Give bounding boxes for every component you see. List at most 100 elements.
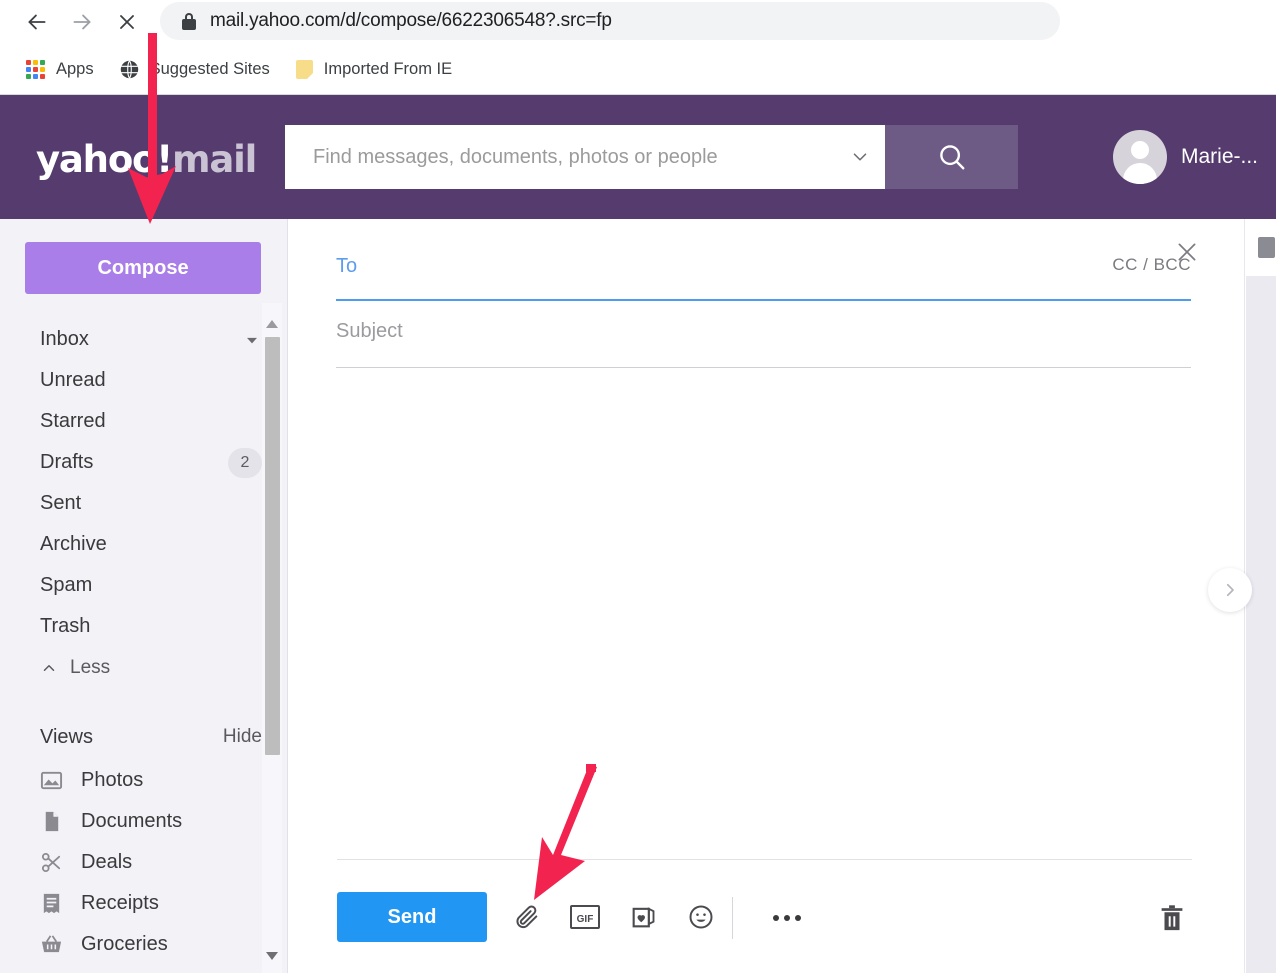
cc-bcc-button[interactable]: CC / BCC — [1112, 255, 1191, 275]
more-options-button[interactable] — [767, 901, 807, 935]
search-button[interactable] — [885, 125, 1018, 189]
search-input[interactable]: Find messages, documents, photos or peop… — [285, 125, 885, 189]
sidebar-item-spam[interactable]: Spam — [0, 565, 288, 606]
bookmark-suggested-sites-label: Suggested Sites — [149, 59, 270, 78]
sidebar-item-drafts[interactable]: Drafts 2 — [0, 442, 288, 483]
sidebar-item-label: Archive — [40, 533, 107, 555]
greeting-card-icon — [632, 907, 655, 928]
sidebar-item-photos[interactable]: Photos — [0, 760, 288, 801]
compose-pane: To CC / BCC Subject Send GIF — [289, 219, 1245, 973]
insert-emoji-button[interactable] — [685, 901, 717, 933]
apps-grid-icon — [26, 59, 45, 79]
sidebar: Compose Inbox Unread Starred Drafts 2 Se… — [0, 219, 288, 973]
expand-panel-button[interactable] — [1208, 568, 1252, 612]
views-list: Photos Documents Deals Receipts Grocerie… — [0, 760, 288, 965]
toolbar-divider — [732, 897, 733, 939]
address-bar[interactable]: mail.yahoo.com/d/compose/6622306548?.src… — [160, 2, 1060, 40]
sidebar-item-receipts[interactable]: Receipts — [0, 883, 288, 924]
chevron-down-icon[interactable] — [835, 125, 885, 189]
chevron-down-icon[interactable] — [242, 330, 262, 350]
sidebar-less-toggle[interactable]: Less — [0, 647, 288, 688]
stop-loading-icon[interactable] — [110, 5, 144, 39]
compose-footer: Send GIF — [289, 861, 1245, 973]
browser-chrome: mail.yahoo.com/d/compose/6622306548?.src… — [0, 0, 1276, 95]
attach-file-button[interactable] — [511, 901, 543, 933]
sidebar-item-label: Starred — [40, 410, 106, 432]
sidebar-item-label: Spam — [40, 574, 93, 596]
delete-draft-button[interactable] — [1154, 899, 1190, 937]
sidebar-item-label: Documents — [81, 810, 183, 832]
chevron-right-icon — [1226, 583, 1234, 597]
paperclip-icon — [516, 905, 538, 929]
sidebar-item-label: Receipts — [81, 892, 159, 914]
bookmark-suggested-sites[interactable]: Suggested Sites — [110, 54, 280, 84]
folder-list: Inbox Unread Starred Drafts 2 Sent Archi… — [0, 319, 288, 688]
bookmark-imported-from-ie[interactable]: Imported From IE — [286, 54, 462, 84]
bookmarks-bar: Apps Suggested Sites Imported From IE — [0, 46, 1276, 92]
to-label: To — [336, 255, 358, 277]
forward-icon[interactable] — [65, 5, 99, 39]
yahoo-mail-logo[interactable]: yahoo!mail — [36, 138, 257, 181]
app-panel-icon[interactable] — [1257, 237, 1275, 258]
sidebar-item-starred[interactable]: Starred — [0, 401, 288, 442]
gif-icon: GIF — [570, 905, 600, 929]
logo-exclamation: ! — [156, 138, 173, 181]
search-bar: Find messages, documents, photos or peop… — [285, 125, 1018, 189]
sidebar-item-groceries[interactable]: Groceries — [0, 924, 288, 965]
sidebar-item-label: Deals — [81, 851, 133, 873]
views-title: Views — [40, 725, 93, 748]
browser-nav-row: mail.yahoo.com/d/compose/6622306548?.src… — [0, 0, 1276, 44]
receipt-icon — [43, 893, 60, 914]
sidebar-item-inbox[interactable]: Inbox — [0, 319, 288, 360]
scroll-up-arrow-icon[interactable] — [262, 315, 282, 333]
sidebar-item-label: Photos — [81, 769, 144, 791]
sidebar-item-sent[interactable]: Sent — [0, 483, 288, 524]
greeting-card-button[interactable] — [627, 901, 659, 933]
lock-icon — [182, 12, 196, 30]
scroll-down-arrow-icon[interactable] — [262, 947, 282, 965]
smiley-icon — [689, 905, 713, 929]
bookmark-apps[interactable]: Apps — [16, 54, 104, 84]
views-section-header: Views Hide — [0, 714, 288, 760]
more-horizontal-icon — [773, 915, 779, 921]
sidebar-item-archive[interactable]: Archive — [0, 524, 288, 565]
search-placeholder: Find messages, documents, photos or peop… — [313, 145, 718, 168]
yahoo-mail-compose-screen: mail.yahoo.com/d/compose/6622306548?.src… — [0, 0, 1276, 973]
sidebar-item-unread[interactable]: Unread — [0, 360, 288, 401]
scrollbar-thumb[interactable] — [265, 337, 280, 755]
search-icon — [939, 145, 964, 170]
back-icon[interactable] — [20, 5, 54, 39]
to-field[interactable]: To CC / BCC — [336, 255, 1191, 301]
message-body-input[interactable] — [336, 384, 1191, 844]
globe-icon — [120, 59, 138, 79]
sidebar-item-trash[interactable]: Trash — [0, 606, 288, 647]
send-button[interactable]: Send — [337, 892, 487, 942]
views-hide-button[interactable]: Hide — [223, 726, 262, 748]
logo-mail-text: mail — [171, 138, 257, 181]
sidebar-scrollbar[interactable] — [262, 303, 282, 973]
sidebar-less-label: Less — [70, 656, 111, 678]
folder-icon — [295, 59, 313, 79]
sidebar-item-deals[interactable]: Deals — [0, 842, 288, 883]
avatar — [1112, 130, 1167, 184]
sidebar-item-label: Sent — [40, 492, 82, 514]
trash-icon — [1161, 905, 1183, 931]
document-icon — [45, 811, 59, 832]
footer-divider — [337, 859, 1192, 860]
insert-gif-button[interactable]: GIF — [569, 901, 601, 933]
drafts-count-badge: 2 — [228, 447, 262, 478]
sidebar-item-label: Drafts — [40, 451, 94, 473]
sidebar-item-label: Unread — [40, 369, 106, 391]
subject-field[interactable]: Subject — [336, 320, 1191, 368]
basket-icon — [41, 935, 62, 953]
scissors-icon — [41, 852, 61, 873]
photo-icon — [40, 771, 63, 790]
sidebar-item-label: Inbox — [40, 328, 89, 350]
account-name: Marie-... — [1180, 145, 1258, 168]
account-menu[interactable]: Marie-... — [1112, 130, 1258, 184]
compose-button[interactable]: Compose — [25, 242, 261, 294]
subject-placeholder: Subject — [336, 320, 403, 342]
sidebar-item-documents[interactable]: Documents — [0, 801, 288, 842]
svg-text:GIF: GIF — [577, 914, 594, 925]
sidebar-item-label: Groceries — [81, 933, 168, 955]
